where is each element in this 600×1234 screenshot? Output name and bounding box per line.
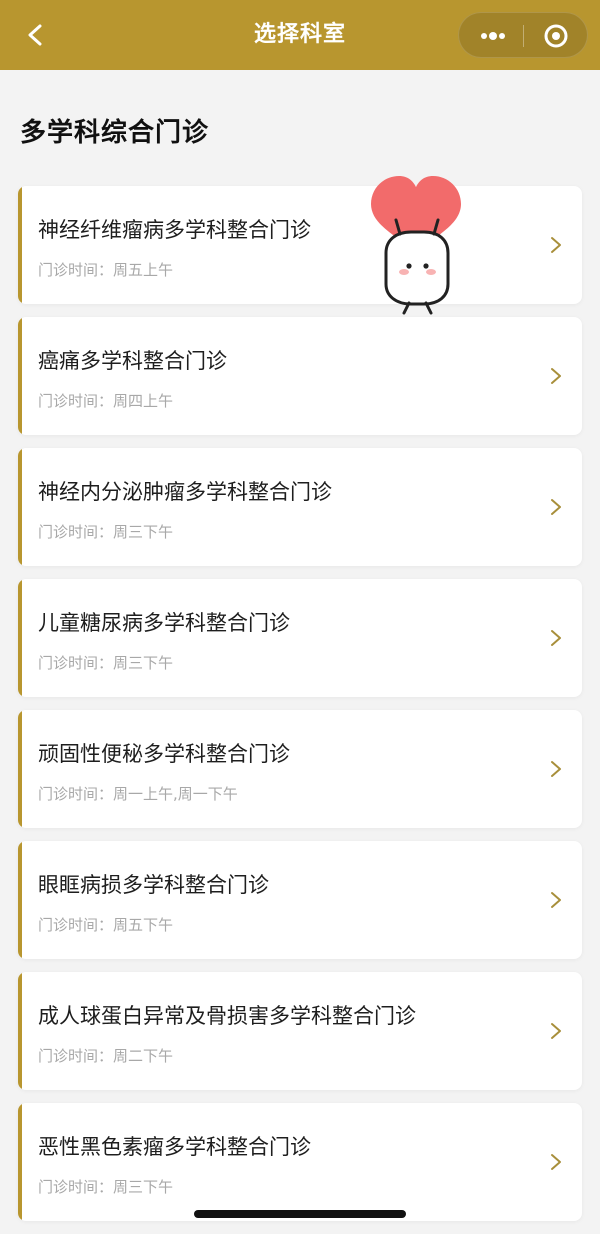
card-accent-bar <box>18 579 22 697</box>
clinic-name: 儿童糖尿病多学科整合门诊 <box>38 611 290 635</box>
target-close-icon <box>544 24 568 48</box>
clinic-name: 成人球蛋白异常及骨损害多学科整合门诊 <box>38 1004 416 1028</box>
chevron-right-icon <box>551 368 561 384</box>
clinic-time: 门诊时间：周一上午,周一下午 <box>38 785 238 803</box>
card-accent-bar <box>18 1103 22 1221</box>
chevron-right-icon <box>551 761 561 777</box>
clinic-card[interactable]: 眼眶病损多学科整合门诊 门诊时间：周五下午 <box>18 841 582 959</box>
clinic-card[interactable]: 神经纤维瘤病多学科整合门诊 门诊时间：周五上午 <box>18 186 582 304</box>
card-accent-bar <box>18 710 22 828</box>
clinic-time: 门诊时间：周三下午 <box>38 523 174 541</box>
clinic-name: 神经纤维瘤病多学科整合门诊 <box>38 218 311 242</box>
chevron-right-icon <box>551 630 561 646</box>
more-dots-icon <box>481 32 505 40</box>
more-button[interactable] <box>467 17 517 55</box>
clinic-time: 门诊时间：周五下午 <box>38 916 174 934</box>
clinic-name: 眼眶病损多学科整合门诊 <box>38 873 269 897</box>
card-accent-bar <box>18 186 22 304</box>
clinic-time: 门诊时间：周三下午 <box>38 654 174 672</box>
clinic-card[interactable]: 儿童糖尿病多学科整合门诊 门诊时间：周三下午 <box>18 579 582 697</box>
close-mini-program-button[interactable] <box>531 17 581 55</box>
card-accent-bar <box>18 448 22 566</box>
card-accent-bar <box>18 841 22 959</box>
clinic-name: 恶性黑色素瘤多学科整合门诊 <box>38 1135 311 1159</box>
chevron-right-icon <box>551 1023 561 1039</box>
card-accent-bar <box>18 972 22 1090</box>
chevron-right-icon <box>551 892 561 908</box>
section-title: 多学科综合门诊 <box>20 118 210 148</box>
clinic-card[interactable]: 成人球蛋白异常及骨损害多学科整合门诊 门诊时间：周二下午 <box>18 972 582 1090</box>
home-indicator <box>194 1210 406 1218</box>
chevron-right-icon <box>551 237 561 253</box>
clinic-card[interactable]: 神经内分泌肿瘤多学科整合门诊 门诊时间：周三下午 <box>18 448 582 566</box>
clinic-time: 门诊时间：周四上午 <box>38 392 174 410</box>
capsule-divider <box>523 25 524 47</box>
clinic-name: 神经内分泌肿瘤多学科整合门诊 <box>38 480 332 504</box>
clinic-time: 门诊时间：周五上午 <box>38 261 174 279</box>
clinic-time: 门诊时间：周三下午 <box>38 1178 174 1196</box>
clinic-card[interactable]: 癌痛多学科整合门诊 门诊时间：周四上午 <box>18 317 582 435</box>
clinic-card[interactable]: 恶性黑色素瘤多学科整合门诊 门诊时间：周三下午 <box>18 1103 582 1221</box>
clinic-list: 神经纤维瘤病多学科整合门诊 门诊时间：周五上午 癌痛多学科整合门诊 门诊时间：周… <box>18 186 582 1234</box>
mini-program-capsule <box>458 12 588 58</box>
clinic-name: 癌痛多学科整合门诊 <box>38 349 227 373</box>
chevron-right-icon <box>551 1154 561 1170</box>
top-navigation-bar: 选择科室 <box>0 0 600 70</box>
card-accent-bar <box>18 317 22 435</box>
clinic-card[interactable]: 顽固性便秘多学科整合门诊 门诊时间：周一上午,周一下午 <box>18 710 582 828</box>
clinic-name: 顽固性便秘多学科整合门诊 <box>38 742 290 766</box>
clinic-time: 门诊时间：周二下午 <box>38 1047 174 1065</box>
chevron-right-icon <box>551 499 561 515</box>
